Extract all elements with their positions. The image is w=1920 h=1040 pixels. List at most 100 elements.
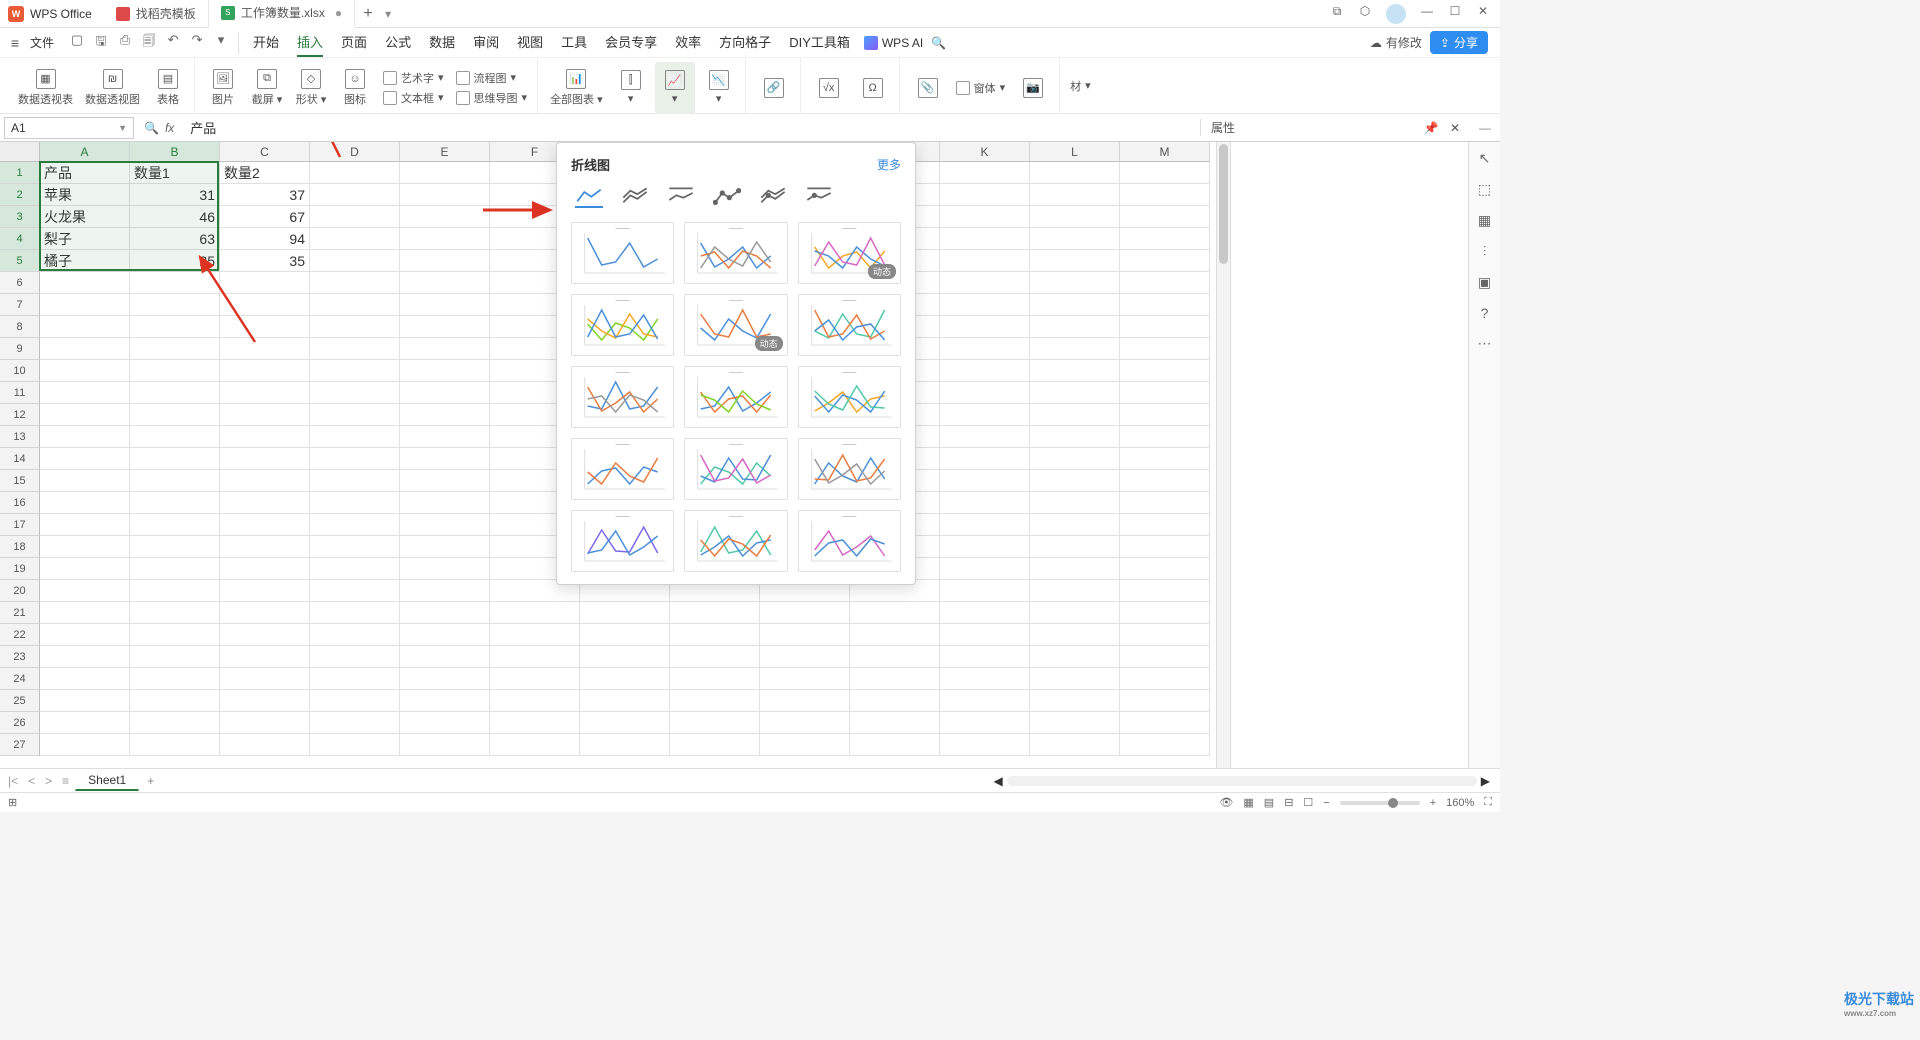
chart-template-thumb[interactable]: —— [684,222,787,284]
add-sheet-button[interactable]: + [141,774,160,788]
sheet-tab[interactable]: Sheet1 [75,770,139,791]
row-header[interactable]: 3 [0,206,40,228]
cell[interactable] [130,690,220,712]
pivot-table-button[interactable]: ▦数据透视表 [14,62,77,114]
column-header[interactable]: K [940,142,1030,162]
cell[interactable] [400,184,490,206]
cell[interactable] [1030,690,1120,712]
tab-review[interactable]: 审阅 [473,28,499,57]
cell[interactable] [310,184,400,206]
cell[interactable] [1120,624,1210,646]
cell[interactable] [400,646,490,668]
row-header[interactable]: 15 [0,470,40,492]
wps-ai-button[interactable]: WPS AI [864,36,923,50]
chart-template-thumb[interactable]: —— [571,294,674,356]
cell[interactable] [40,690,130,712]
doc-tab-template[interactable]: 找稻壳模板 [104,0,209,28]
cell[interactable] [40,404,130,426]
cell[interactable] [220,536,310,558]
cell[interactable] [220,272,310,294]
cell[interactable] [40,580,130,602]
cell[interactable] [1030,206,1120,228]
cell[interactable] [940,448,1030,470]
chart-template-thumb[interactable]: —— [571,222,674,284]
cell[interactable] [40,558,130,580]
tab-data[interactable]: 数据 [429,28,455,57]
cell[interactable] [490,624,580,646]
cell[interactable] [1120,492,1210,514]
scroll-right-icon[interactable]: ▶ [1481,774,1490,788]
cell[interactable] [310,470,400,492]
cell[interactable] [400,734,490,756]
tab-formula[interactable]: 公式 [385,28,411,57]
row-header[interactable]: 25 [0,690,40,712]
cell[interactable] [400,624,490,646]
select-tool-icon[interactable]: ↖ [1479,150,1491,167]
cell[interactable] [1030,580,1120,602]
cell[interactable]: 94 [220,228,310,250]
row-header[interactable]: 23 [0,646,40,668]
cell[interactable] [1030,602,1120,624]
cell[interactable] [220,492,310,514]
cell[interactable] [40,382,130,404]
cell[interactable] [310,624,400,646]
cell[interactable] [310,404,400,426]
window-copy-icon[interactable]: ⧉ [1330,4,1344,24]
cell[interactable] [40,448,130,470]
row-header[interactable]: 5 [0,250,40,272]
cell[interactable] [40,624,130,646]
qat-dropdown-icon[interactable]: ▾ [212,32,230,54]
file-menu[interactable]: 文件 [30,34,54,51]
row-header[interactable]: 2 [0,184,40,206]
cell[interactable] [850,668,940,690]
cell[interactable] [400,404,490,426]
cell[interactable] [1030,316,1120,338]
cell[interactable] [580,668,670,690]
filter-icon[interactable]: ⫶ [1483,243,1487,260]
cell[interactable] [40,294,130,316]
cell[interactable] [940,228,1030,250]
cell[interactable] [40,492,130,514]
tab-member[interactable]: 会员专享 [605,28,657,57]
cell[interactable] [760,712,850,734]
row-header[interactable]: 14 [0,448,40,470]
cell[interactable] [130,338,220,360]
equation-button[interactable]: √x [809,62,849,114]
cell[interactable] [1030,448,1120,470]
cell[interactable] [1120,228,1210,250]
cell[interactable] [760,646,850,668]
cell[interactable] [670,602,760,624]
cell[interactable] [1120,316,1210,338]
cell[interactable] [130,426,220,448]
cell[interactable] [220,734,310,756]
search-icon[interactable]: 🔍 [931,36,946,50]
cell[interactable] [130,558,220,580]
cell[interactable] [400,602,490,624]
row-header[interactable]: 26 [0,712,40,734]
cell[interactable] [1120,206,1210,228]
cell[interactable] [220,294,310,316]
cell[interactable] [220,580,310,602]
line-100-markers-icon[interactable] [805,184,833,208]
cell[interactable] [940,184,1030,206]
line-stacked-icon[interactable] [621,184,649,208]
horizontal-scrollbar[interactable] [1007,776,1477,786]
cell[interactable] [130,580,220,602]
cell[interactable] [490,712,580,734]
cell[interactable] [1120,734,1210,756]
line-100-icon[interactable] [667,184,695,208]
cell[interactable] [310,690,400,712]
cell[interactable] [1120,602,1210,624]
cell[interactable] [400,492,490,514]
chevron-down-icon[interactable]: ▼ [118,123,127,133]
collapse-ribbon-icon[interactable]: — [1470,121,1500,135]
cell[interactable]: 产品 [40,162,130,184]
cell[interactable] [130,272,220,294]
row-header[interactable]: 19 [0,558,40,580]
chart-type-3-button[interactable]: 📉▾ [699,62,739,114]
chart-template-thumb[interactable]: —— [684,510,787,572]
cell[interactable] [130,536,220,558]
cell[interactable] [760,624,850,646]
fullscreen-icon[interactable]: ⛶ [1484,796,1492,809]
cell[interactable] [1120,712,1210,734]
